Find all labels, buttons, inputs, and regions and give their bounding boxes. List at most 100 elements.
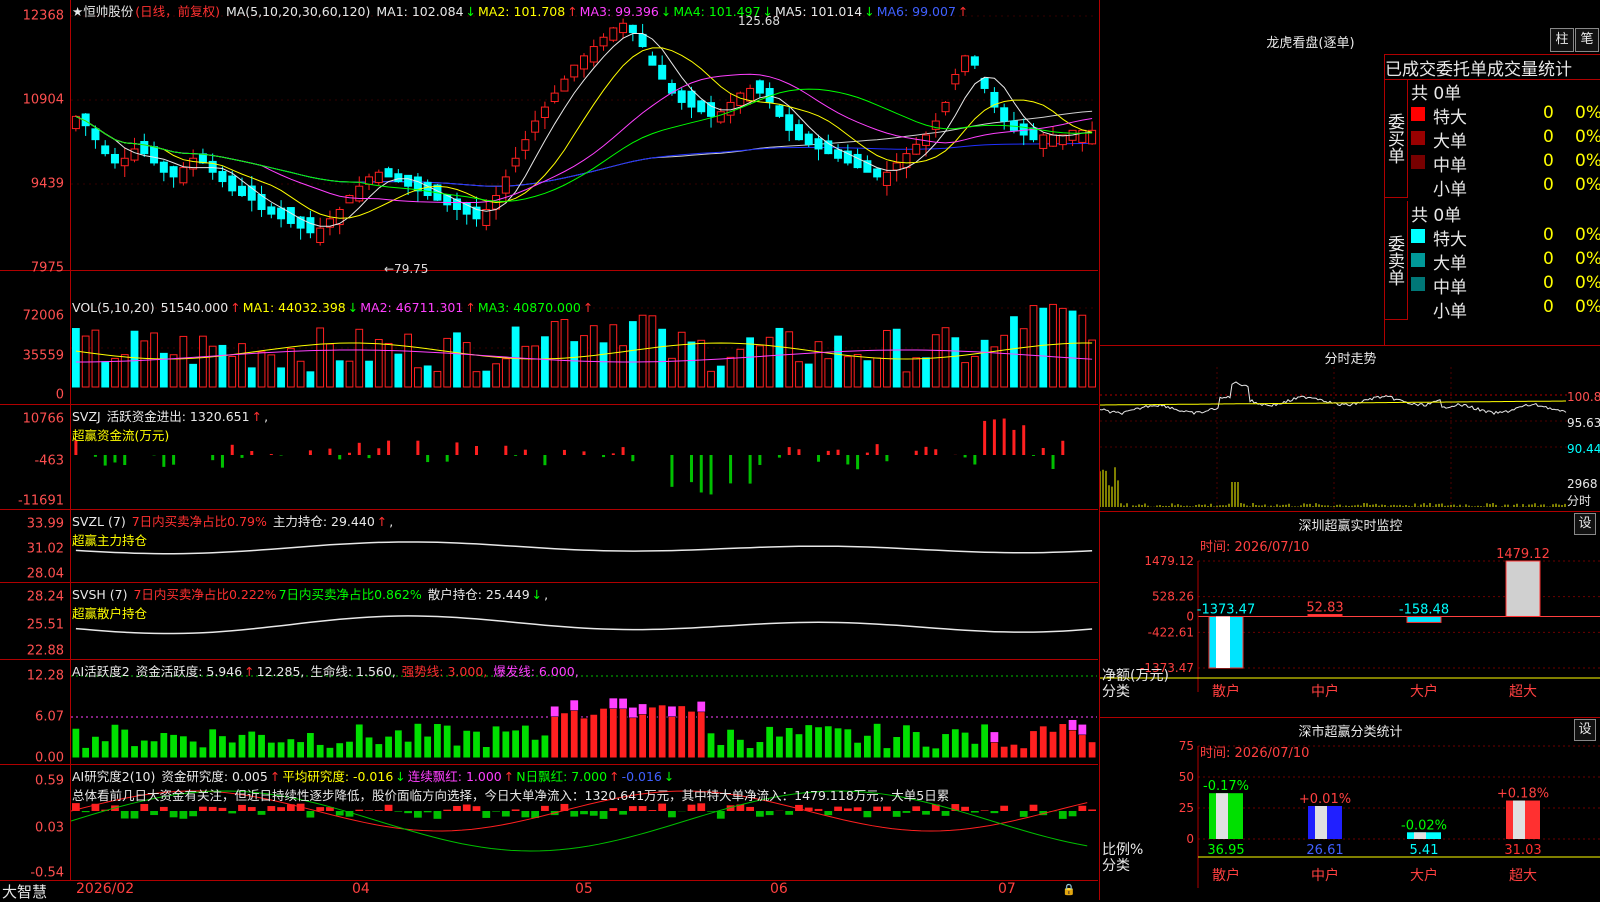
volume-bar bbox=[121, 355, 128, 387]
candle-body bbox=[541, 107, 548, 117]
intraday-svg[interactable] bbox=[1100, 367, 1568, 511]
volume-bar bbox=[903, 372, 910, 387]
activity-bar bbox=[326, 747, 334, 758]
flow-bar bbox=[622, 447, 625, 455]
candle-body bbox=[688, 91, 695, 107]
candle-body bbox=[512, 158, 519, 166]
ai1-tick: 12.28 bbox=[27, 669, 64, 684]
ai-activity-panel[interactable]: 12.28 6.07 0.00 AI活跃度2 资金活跃度: 5.946↑12.2… bbox=[0, 660, 1098, 765]
volume-bar bbox=[200, 336, 207, 387]
research-bar bbox=[424, 811, 432, 812]
candle-body bbox=[180, 168, 187, 183]
classify-bar-highlight bbox=[1315, 806, 1327, 839]
lock-icon[interactable]: 🔒 bbox=[1062, 883, 1076, 896]
stock-name[interactable]: ★恒帅股份 bbox=[72, 4, 133, 19]
brand-label[interactable]: 大智慧 bbox=[2, 881, 47, 902]
activity-bar bbox=[600, 708, 608, 758]
volume-bar bbox=[844, 357, 851, 387]
candle-body bbox=[199, 154, 206, 163]
activity-bar bbox=[1088, 742, 1096, 758]
ai2-red: 连续飘红: 1.000 bbox=[408, 769, 502, 784]
candle-body bbox=[942, 102, 949, 111]
candle-body bbox=[522, 140, 529, 151]
order-cell-label: 特大 bbox=[1433, 225, 1467, 250]
period-label[interactable]: (日线，前复权) bbox=[135, 4, 220, 19]
flow-bar bbox=[172, 455, 175, 465]
research-bar bbox=[502, 811, 510, 817]
activity-bar bbox=[971, 743, 979, 758]
volume-bar bbox=[424, 366, 431, 387]
candle-body bbox=[160, 162, 167, 172]
price-line bbox=[1100, 382, 1566, 414]
volume-bar bbox=[708, 371, 715, 387]
volume-bar bbox=[102, 362, 109, 387]
research-bar bbox=[414, 811, 422, 818]
activity-bar bbox=[815, 727, 823, 758]
stats-tab[interactable]: 已成交委托单成交量统计 bbox=[1384, 54, 1600, 80]
svzj-panel[interactable]: 10766 -463 -11691 SVZJ 活跃资金进出: 1320.651↑… bbox=[0, 405, 1098, 510]
research-bar bbox=[854, 807, 862, 811]
flow-bar bbox=[328, 449, 331, 455]
ai1-title: AI活跃度2 bbox=[72, 664, 130, 679]
svzl-panel[interactable]: 33.99 31.02 28.04 SVZL (7) 7日内买卖净占比0.79%… bbox=[0, 510, 1098, 583]
classify-category: 超大 bbox=[1509, 868, 1537, 884]
ai2-nred-arrow: ↑ bbox=[609, 769, 619, 784]
research-bar bbox=[717, 811, 725, 819]
flow-bar bbox=[612, 453, 615, 455]
candle-body bbox=[151, 147, 158, 163]
svsh-panel[interactable]: 28.24 25.51 22.88 SVSH (7) 7日内买卖净占比0.222… bbox=[0, 583, 1098, 660]
flow-bar bbox=[758, 455, 761, 465]
flow-bar bbox=[241, 455, 244, 458]
volume-bar bbox=[92, 330, 99, 387]
classify-category: 中户 bbox=[1311, 867, 1339, 884]
candle-body bbox=[551, 93, 558, 101]
date-tick: 05 bbox=[575, 881, 593, 897]
activity-peak bbox=[668, 706, 676, 716]
candle-body bbox=[170, 167, 177, 177]
activity-bar bbox=[394, 730, 402, 758]
volume-bar bbox=[219, 345, 226, 387]
candle-body bbox=[717, 112, 724, 122]
ai1-life: 生命线: 1.560, bbox=[310, 664, 395, 679]
volume-bar bbox=[629, 322, 636, 387]
activity-peak bbox=[570, 700, 578, 710]
research-bar bbox=[707, 811, 715, 812]
intraday-panel[interactable]: 分时走势 100.8 95.63 90.44 2968 分时 bbox=[1100, 346, 1600, 512]
kline-svg[interactable] bbox=[71, 0, 1097, 270]
flow-bar bbox=[309, 450, 312, 455]
volume-svg[interactable] bbox=[71, 271, 1097, 404]
flow-bar bbox=[837, 450, 840, 455]
ai2-research: 资金研究度: 0.005 bbox=[161, 769, 267, 784]
svzj-legend: SVZJ 活跃资金进出: 1320.651↑, 超赢资金流(万元) bbox=[72, 406, 270, 444]
ai-research-panel[interactable]: 0.59 0.03 -0.54 AI研究度2(10) 资金研究度: 0.005↑… bbox=[0, 765, 1098, 881]
activity-bar bbox=[717, 745, 725, 758]
activity-bar bbox=[131, 746, 139, 758]
volume-bar bbox=[1089, 340, 1096, 387]
order-cell-label: 中单 bbox=[1433, 273, 1467, 298]
volume-panel[interactable]: 72006 35559 0 VOL(5,10,20) 51540.000↑MA1… bbox=[0, 271, 1098, 405]
volume-bar bbox=[356, 329, 363, 387]
activity-bar bbox=[1020, 748, 1028, 758]
chart-area[interactable]: 12368 10904 9439 7975 ★恒帅股份(日线，前复权) MA(5… bbox=[0, 0, 1098, 900]
activity-bar bbox=[570, 710, 578, 758]
monitor-xlabel: 分类 bbox=[1102, 684, 1130, 700]
flow-bar bbox=[797, 449, 800, 455]
column-view-button[interactable]: 柱 bbox=[1550, 28, 1574, 52]
candle-body bbox=[952, 74, 959, 83]
order-cell-v: 0 bbox=[1543, 273, 1554, 293]
tick-view-button[interactable]: 笔 bbox=[1575, 28, 1599, 52]
volume-bar bbox=[571, 342, 578, 387]
ai1-strong: 强势线: 3.000, bbox=[402, 664, 487, 679]
vol-ma2-arrow: ↑ bbox=[465, 300, 475, 315]
vol-legend: VOL(5,10,20) 51540.000↑MA1: 44032.398↓MA… bbox=[72, 300, 595, 315]
kline-panel[interactable]: 12368 10904 9439 7975 ★恒帅股份(日线，前复权) MA(5… bbox=[0, 0, 1098, 271]
svsh-arrow: ↓ bbox=[532, 587, 542, 602]
activity-bar bbox=[541, 735, 549, 758]
volume-bar bbox=[170, 355, 177, 387]
research-bar bbox=[277, 807, 285, 811]
volume-bar bbox=[297, 361, 304, 387]
monitor-ylabel: 净额(万元) bbox=[1102, 668, 1169, 684]
candle-body bbox=[317, 228, 324, 242]
date-tick: 04 bbox=[352, 881, 370, 897]
activity-bar bbox=[658, 705, 666, 758]
